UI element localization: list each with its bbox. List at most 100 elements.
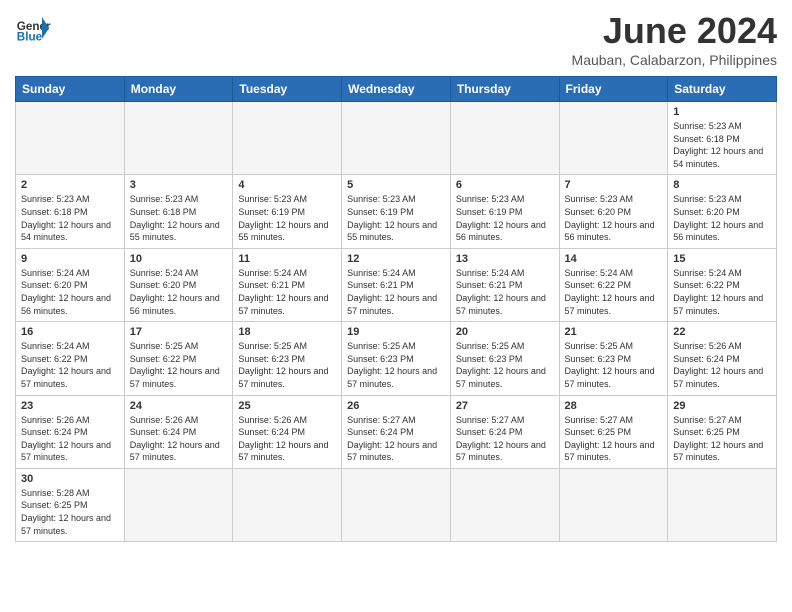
- calendar-cell: 10Sunrise: 5:24 AM Sunset: 6:20 PM Dayli…: [124, 248, 233, 321]
- calendar-cell: [342, 102, 451, 175]
- day-number: 15: [673, 253, 771, 265]
- calendar-cell: 27 Sunrise: 5:27 AM Sunset: 6:24 PM Dayli…: [450, 395, 559, 468]
- calendar-cell: 12 Sunrise: 5:24 AM Sunset: 6:21 PM Dayli…: [342, 248, 451, 321]
- calendar-cell: 3 Sunrise: 5:23 AM Sunset: 6:18 PM Daylig…: [124, 175, 233, 248]
- day-info: Sunrise: 5:24 AM Sunset: 6:20 PM Dayligh…: [21, 267, 119, 317]
- day-info: Sunrise: 5:27 AM Sunset: 6:24 PM Dayligh…: [456, 414, 554, 464]
- day-info: Sunrise: 5:24 AM Sunset: 6:21 PM Dayligh…: [238, 267, 336, 317]
- day-number: 11: [238, 253, 336, 265]
- calendar-cell: 8 Sunrise: 5:23 AM Sunset: 6:20 PM Daylig…: [668, 175, 777, 248]
- day-info: Sunrise: 5:23 AM Sunset: 6:20 PM Dayligh…: [565, 193, 663, 243]
- calendar-week-row: 9 Sunrise: 5:24 AM Sunset: 6:20 PM Daylig…: [16, 248, 777, 321]
- day-number: 16: [21, 326, 119, 338]
- calendar-cell: 15 Sunrise: 5:24 AM Sunset: 6:22 PM Dayli…: [668, 248, 777, 321]
- calendar-cell: 17Sunrise: 5:25 AM Sunset: 6:22 PM Dayli…: [124, 322, 233, 395]
- calendar-cell: 2 Sunrise: 5:23 AM Sunset: 6:18 PM Daylig…: [16, 175, 125, 248]
- calendar-cell: [16, 102, 125, 175]
- day-info: Sunrise: 5:25 AM Sunset: 6:23 PM Dayligh…: [347, 340, 445, 390]
- calendar-cell: 25Sunrise: 5:26 AM Sunset: 6:24 PM Dayli…: [233, 395, 342, 468]
- calendar-cell: 19 Sunrise: 5:25 AM Sunset: 6:23 PM Dayli…: [342, 322, 451, 395]
- weekday-header-wednesday: Wednesday: [342, 77, 451, 102]
- day-number: 29: [673, 400, 771, 412]
- day-info: Sunrise: 5:25 AM Sunset: 6:23 PM Dayligh…: [456, 340, 554, 390]
- calendar-week-row: 30Sunrise: 5:28 AM Sunset: 6:25 PM Dayli…: [16, 468, 777, 541]
- day-number: 27: [456, 400, 554, 412]
- page-header: General Blue June 2024 Mauban, Calabarzo…: [15, 10, 777, 68]
- calendar-cell: [124, 102, 233, 175]
- calendar-cell: 5 Sunrise: 5:23 AM Sunset: 6:19 PM Daylig…: [342, 175, 451, 248]
- calendar-cell: [233, 102, 342, 175]
- calendar-cell: 7 Sunrise: 5:23 AM Sunset: 6:20 PM Daylig…: [559, 175, 668, 248]
- day-info: Sunrise: 5:23 AM Sunset: 6:18 PM Dayligh…: [130, 193, 228, 243]
- weekday-header-thursday: Thursday: [450, 77, 559, 102]
- logo-icon: General Blue: [15, 10, 51, 46]
- calendar-cell: 26 Sunrise: 5:27 AM Sunset: 6:24 PM Dayli…: [342, 395, 451, 468]
- day-number: 7: [565, 179, 663, 191]
- day-info: Sunrise: 5:24 AM Sunset: 6:22 PM Dayligh…: [565, 267, 663, 317]
- day-number: 2: [21, 179, 119, 191]
- day-number: 8: [673, 179, 771, 191]
- calendar-week-row: 23 Sunrise: 5:26 AM Sunset: 6:24 PM Dayli…: [16, 395, 777, 468]
- logo: General Blue: [15, 10, 51, 46]
- day-number: 24: [130, 400, 228, 412]
- day-info: Sunrise: 5:23 AM Sunset: 6:19 PM Dayligh…: [347, 193, 445, 243]
- day-info: Sunrise: 5:27 AM Sunset: 6:24 PM Dayligh…: [347, 414, 445, 464]
- day-info: Sunrise: 5:24 AM Sunset: 6:22 PM Dayligh…: [21, 340, 119, 390]
- day-number: 19: [347, 326, 445, 338]
- day-info: Sunrise: 5:23 AM Sunset: 6:18 PM Dayligh…: [21, 193, 119, 243]
- calendar-cell: 23 Sunrise: 5:26 AM Sunset: 6:24 PM Dayli…: [16, 395, 125, 468]
- day-number: 12: [347, 253, 445, 265]
- svg-text:Blue: Blue: [17, 31, 43, 44]
- day-number: 23: [21, 400, 119, 412]
- day-number: 14: [565, 253, 663, 265]
- calendar-cell: 29Sunrise: 5:27 AM Sunset: 6:25 PM Dayli…: [668, 395, 777, 468]
- calendar-cell: [124, 468, 233, 541]
- calendar-cell: [450, 102, 559, 175]
- day-info: Sunrise: 5:26 AM Sunset: 6:24 PM Dayligh…: [673, 340, 771, 390]
- weekday-header-friday: Friday: [559, 77, 668, 102]
- day-number: 30: [21, 473, 119, 485]
- title-area: June 2024 Mauban, Calabarzon, Philippine…: [572, 10, 777, 68]
- day-number: 3: [130, 179, 228, 191]
- weekday-header-tuesday: Tuesday: [233, 77, 342, 102]
- day-number: 18: [238, 326, 336, 338]
- weekday-header-row: SundayMondayTuesdayWednesdayThursdayFrid…: [16, 77, 777, 102]
- day-number: 28: [565, 400, 663, 412]
- calendar-cell: 24 Sunrise: 5:26 AM Sunset: 6:24 PM Dayli…: [124, 395, 233, 468]
- calendar-cell: [559, 102, 668, 175]
- day-info: Sunrise: 5:24 AM Sunset: 6:21 PM Dayligh…: [347, 267, 445, 317]
- calendar-cell: 1Sunrise: 5:23 AM Sunset: 6:18 PM Daylig…: [668, 102, 777, 175]
- calendar-cell: 30Sunrise: 5:28 AM Sunset: 6:25 PM Dayli…: [16, 468, 125, 541]
- day-info: Sunrise: 5:26 AM Sunset: 6:24 PM Dayligh…: [21, 414, 119, 464]
- calendar-week-row: 2 Sunrise: 5:23 AM Sunset: 6:18 PM Daylig…: [16, 175, 777, 248]
- day-number: 26: [347, 400, 445, 412]
- day-number: 5: [347, 179, 445, 191]
- calendar-week-row: 1Sunrise: 5:23 AM Sunset: 6:18 PM Daylig…: [16, 102, 777, 175]
- day-info: Sunrise: 5:27 AM Sunset: 6:25 PM Dayligh…: [565, 414, 663, 464]
- calendar-cell: [450, 468, 559, 541]
- day-info: Sunrise: 5:25 AM Sunset: 6:23 PM Dayligh…: [238, 340, 336, 390]
- day-info: Sunrise: 5:26 AM Sunset: 6:24 PM Dayligh…: [238, 414, 336, 464]
- day-number: 20: [456, 326, 554, 338]
- calendar-cell: 9 Sunrise: 5:24 AM Sunset: 6:20 PM Daylig…: [16, 248, 125, 321]
- day-info: Sunrise: 5:25 AM Sunset: 6:23 PM Dayligh…: [565, 340, 663, 390]
- day-info: Sunrise: 5:23 AM Sunset: 6:20 PM Dayligh…: [673, 193, 771, 243]
- calendar-cell: [342, 468, 451, 541]
- calendar-cell: 13 Sunrise: 5:24 AM Sunset: 6:21 PM Dayli…: [450, 248, 559, 321]
- calendar-cell: [233, 468, 342, 541]
- weekday-header-sunday: Sunday: [16, 77, 125, 102]
- day-number: 22: [673, 326, 771, 338]
- day-info: Sunrise: 5:24 AM Sunset: 6:21 PM Dayligh…: [456, 267, 554, 317]
- day-info: Sunrise: 5:24 AM Sunset: 6:22 PM Dayligh…: [673, 267, 771, 317]
- weekday-header-monday: Monday: [124, 77, 233, 102]
- day-number: 13: [456, 253, 554, 265]
- day-number: 6: [456, 179, 554, 191]
- day-info: Sunrise: 5:26 AM Sunset: 6:24 PM Dayligh…: [130, 414, 228, 464]
- day-info: Sunrise: 5:24 AM Sunset: 6:20 PM Dayligh…: [130, 267, 228, 317]
- calendar-table: SundayMondayTuesdayWednesdayThursdayFrid…: [15, 76, 777, 542]
- day-info: Sunrise: 5:23 AM Sunset: 6:19 PM Dayligh…: [238, 193, 336, 243]
- day-info: Sunrise: 5:23 AM Sunset: 6:19 PM Dayligh…: [456, 193, 554, 243]
- calendar-cell: 18 Sunrise: 5:25 AM Sunset: 6:23 PM Dayli…: [233, 322, 342, 395]
- location-subtitle: Mauban, Calabarzon, Philippines: [572, 52, 777, 68]
- day-number: 9: [21, 253, 119, 265]
